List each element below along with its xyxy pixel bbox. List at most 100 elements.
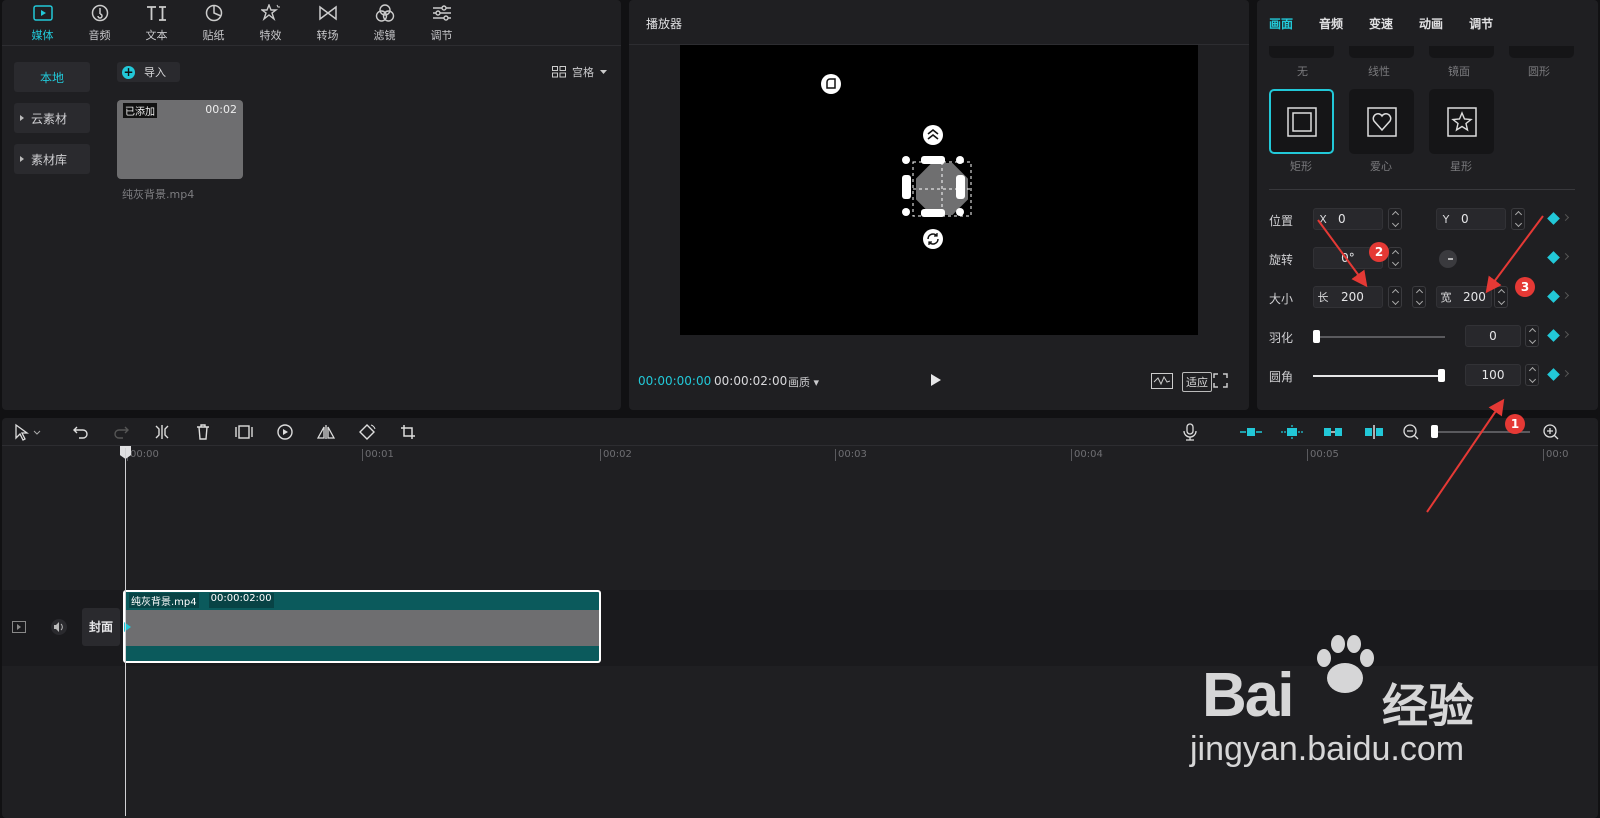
delete-icon[interactable] xyxy=(192,422,214,442)
fullscreen-icon[interactable] xyxy=(1213,373,1228,388)
tab-audio[interactable]: 音频 xyxy=(71,0,128,46)
mask-heart-card[interactable] xyxy=(1349,89,1414,154)
mask-none-card[interactable] xyxy=(1269,46,1334,58)
zoom-out-icon[interactable] xyxy=(1400,422,1422,442)
resize-handle[interactable] xyxy=(902,208,910,216)
edge-handle-bottom[interactable] xyxy=(921,209,945,217)
reverse-play-icon[interactable] xyxy=(274,422,296,442)
resize-handle[interactable] xyxy=(956,208,964,216)
preview-axis-icon[interactable] xyxy=(1360,422,1388,442)
rotate-handle-icon[interactable] xyxy=(922,228,944,250)
tab-text[interactable]: 文本 xyxy=(128,0,185,46)
fit-button[interactable]: 适应 xyxy=(1182,372,1212,392)
edge-handle-top[interactable] xyxy=(921,156,945,164)
cover-button[interactable]: 封面 xyxy=(82,608,120,646)
resize-handle[interactable] xyxy=(902,156,910,164)
corner-slider-thumb[interactable] xyxy=(1438,369,1445,382)
time-ruler[interactable]: 00:00 00:01 00:02 00:03 00:04 00:05 00:0 xyxy=(2,446,1598,462)
waveform-icon[interactable] xyxy=(1151,373,1173,389)
tab-transition[interactable]: 转场 xyxy=(299,0,356,46)
mirror-icon[interactable] xyxy=(315,422,337,442)
corner-field[interactable]: 100 xyxy=(1465,364,1521,386)
position-y-stepper[interactable] xyxy=(1511,208,1525,230)
playhead[interactable] xyxy=(125,448,126,816)
tab-adjust-props[interactable]: 调节 xyxy=(1469,15,1493,31)
corner-slider[interactable] xyxy=(1313,375,1445,377)
sidebar-item-local[interactable]: 本地 xyxy=(14,62,90,92)
keyframe-diamond-icon[interactable] xyxy=(1547,368,1560,381)
resize-handle[interactable] xyxy=(956,156,964,164)
media-clip-thumbnail[interactable]: 已添加 00:02 xyxy=(117,100,243,179)
rotate-icon[interactable] xyxy=(356,422,378,442)
select-tool-dropdown[interactable] xyxy=(10,422,46,442)
zoom-slider-thumb[interactable] xyxy=(1431,425,1438,438)
mask-rectangle-card[interactable] xyxy=(1269,89,1334,154)
tab-media[interactable]: 媒体 xyxy=(14,0,71,46)
play-button[interactable] xyxy=(931,374,941,386)
tab-audio-props[interactable]: 音频 xyxy=(1319,15,1343,31)
size-length-field[interactable]: 长 200 xyxy=(1313,286,1383,308)
feather-slider-thumb[interactable] xyxy=(1313,330,1320,343)
position-x-field[interactable]: X0 xyxy=(1313,208,1383,230)
auto-snap-icon[interactable] xyxy=(1278,422,1306,442)
size-width-field[interactable]: 宽 200 xyxy=(1436,286,1492,308)
edge-handle-right[interactable] xyxy=(956,175,965,199)
timeline-clip[interactable]: 纯灰背景.mp4 00:00:02:00 xyxy=(123,590,601,663)
crop-icon[interactable] xyxy=(397,422,419,442)
plus-icon: + xyxy=(122,64,135,79)
track-video-icon[interactable] xyxy=(12,621,26,633)
media-panel: 媒体 音频 文本 贴纸 特效 转场 滤镜 调节 本地 云素材 素材库 + 导入 … xyxy=(2,0,621,410)
mask-mirror-card[interactable] xyxy=(1429,46,1494,58)
transition-icon xyxy=(317,3,339,23)
quality-dropdown[interactable]: 画质 ▾ xyxy=(788,374,819,390)
sidebar-item-library[interactable]: 素材库 xyxy=(14,144,90,174)
tab-sticker[interactable]: 贴纸 xyxy=(185,0,242,46)
view-mode-dropdown[interactable]: 宫格 xyxy=(552,64,607,80)
mask-feather-handle-icon[interactable] xyxy=(922,124,944,146)
keyframe-diamond-icon[interactable] xyxy=(1547,329,1560,342)
feather-slider[interactable] xyxy=(1313,336,1445,338)
tab-adjust[interactable]: 调节 xyxy=(413,0,470,46)
zoom-in-icon[interactable] xyxy=(1540,422,1562,442)
tab-animation[interactable]: 动画 xyxy=(1419,15,1443,31)
track-mute-icon[interactable] xyxy=(50,619,68,635)
microphone-icon[interactable] xyxy=(1179,422,1201,442)
tab-picture[interactable]: 画面 xyxy=(1269,15,1293,31)
position-x-stepper[interactable] xyxy=(1388,208,1402,230)
position-y-field[interactable]: Y0 xyxy=(1436,208,1506,230)
clip-filename: 纯灰背景.mp4 xyxy=(122,188,195,201)
linkage-icon[interactable] xyxy=(1319,422,1347,442)
tab-effects[interactable]: 特效 xyxy=(242,0,299,46)
cursor-icon xyxy=(15,423,41,441)
corner-stepper[interactable] xyxy=(1525,364,1539,386)
rotation-dial-icon[interactable] xyxy=(1438,249,1458,269)
size-width-stepper[interactable] xyxy=(1494,286,1508,308)
adjust-icon xyxy=(431,3,453,23)
undo-icon[interactable] xyxy=(70,422,92,442)
size-lock-stepper[interactable] xyxy=(1412,286,1426,308)
expand-arrow-icon xyxy=(20,156,24,162)
annotation-marker: 3 xyxy=(1515,277,1535,297)
split-icon[interactable] xyxy=(151,422,173,442)
main-track-magnet-icon[interactable] xyxy=(1237,422,1265,442)
preview-canvas[interactable] xyxy=(680,45,1198,335)
rotation-stepper[interactable] xyxy=(1388,247,1402,269)
freeze-frame-icon[interactable] xyxy=(233,422,255,442)
mask-star-card[interactable] xyxy=(1429,89,1494,154)
mask-linear-card[interactable] xyxy=(1349,46,1414,58)
feather-field[interactable]: 0 xyxy=(1465,325,1521,347)
mask-corner-handle-icon[interactable] xyxy=(820,73,842,95)
edge-handle-left[interactable] xyxy=(902,175,911,199)
sidebar-item-cloud[interactable]: 云素材 xyxy=(14,103,90,133)
tab-speed[interactable]: 变速 xyxy=(1369,15,1393,31)
mask-circle-card[interactable] xyxy=(1509,46,1574,58)
feather-stepper[interactable] xyxy=(1525,325,1539,347)
text-icon xyxy=(146,3,168,23)
redo-icon[interactable] xyxy=(110,422,132,442)
size-length-stepper[interactable] xyxy=(1388,286,1402,308)
tab-filter[interactable]: 滤镜 xyxy=(356,0,413,46)
keyframe-diamond-icon[interactable] xyxy=(1547,290,1560,303)
keyframe-diamond-icon[interactable] xyxy=(1547,212,1560,225)
keyframe-diamond-icon[interactable] xyxy=(1547,251,1560,264)
import-button[interactable]: + 导入 xyxy=(117,62,180,82)
